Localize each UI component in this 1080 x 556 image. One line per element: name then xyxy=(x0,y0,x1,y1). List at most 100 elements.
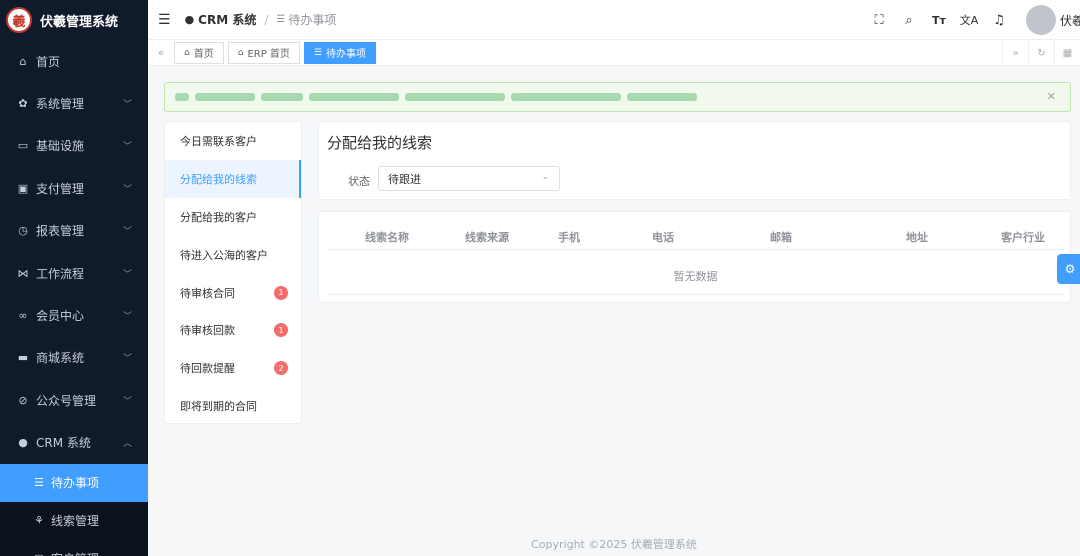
sidebar-item[interactable]: ∞ 会员中心 ﹀ xyxy=(0,294,148,336)
tabs-scroll-right-icon[interactable]: » xyxy=(1002,40,1028,66)
empty-text: 暂无数据 xyxy=(673,270,718,283)
sidebar-item[interactable]: ⋈ 工作流程 ﹀ xyxy=(0,252,148,294)
refresh-icon[interactable]: ↻ xyxy=(1028,40,1054,66)
todo-item[interactable]: 分配给我的客户 xyxy=(165,198,301,236)
alert-blur xyxy=(195,93,255,101)
chevron-down-icon: ﹀ xyxy=(122,396,132,407)
breadcrumb-separator: / xyxy=(264,12,269,27)
tabs-actions: » ↻ ▦ xyxy=(1002,40,1080,66)
sidebar-subitem[interactable]: ▢ 客户管理 xyxy=(0,539,148,556)
todo-list: 今日需联系客户 分配给我的线索 分配给我的客户 待进入公海的客户 待审核合同 1 待审核回款… xyxy=(164,121,302,424)
sidebar-item[interactable]: ✿ 系统管理 ﹀ xyxy=(0,82,148,124)
breadcrumb-current: 待办事项 xyxy=(288,13,337,27)
list-icon: ☰ xyxy=(34,476,44,490)
sidebar-item[interactable]: ▣ 支付管理 ﹀ xyxy=(0,167,148,209)
sprout-icon: ⚘ xyxy=(34,514,44,528)
sidebar-item-label: 工作流程 xyxy=(36,266,85,281)
clock-icon: ◷ xyxy=(18,224,28,238)
tab-label: 待办事项 xyxy=(326,49,366,60)
todo-item[interactable]: 待进入公海的客户 xyxy=(165,236,301,274)
divider xyxy=(327,294,1064,295)
breadcrumb-root[interactable]: CRM 系统 xyxy=(198,11,256,28)
list-icon: ☰ xyxy=(276,14,286,25)
todo-item[interactable]: 待回款提醒 2 xyxy=(165,349,301,387)
sidebar-item-label: 会员中心 xyxy=(36,309,85,324)
compass-icon: ⊘ xyxy=(18,393,28,407)
todo-item-label: 分配给我的客户 xyxy=(180,210,257,224)
sidebar: 羲 伏羲管理系统 ⌂ 首页 ✿ 系统管理 ﹀ ▭ 基础设施 ﹀ ▣ 支付管理 ﹀ ◷ 报表管理 ﹀ ⋈ 工作流… xyxy=(0,0,148,556)
gear-icon: ✿ xyxy=(18,97,28,111)
chevron-down-icon: ﹀ xyxy=(122,184,132,195)
sidebar-menu: ⌂ 首页 ✿ 系统管理 ﹀ ▭ 基础设施 ﹀ ▣ 支付管理 ﹀ ◷ 报表管理 ﹀ ⋈ 工作流程 ﹀ ∞ 会员中心 ﹀ ▬… xyxy=(0,40,148,556)
tabs-scroll-left-icon[interactable]: « xyxy=(148,46,174,59)
page-title: 分配给我的线索 xyxy=(327,134,433,152)
user-icon: ● xyxy=(184,13,195,26)
sidebar-subitem-label: 客户管理 xyxy=(51,550,99,556)
chevron-up-icon: ︿ xyxy=(122,439,132,450)
sidebar-item-label: 商城系统 xyxy=(36,351,85,366)
wallet-icon: ▣ xyxy=(17,181,29,195)
status-select-value: 待跟进 xyxy=(388,172,421,186)
search-icon[interactable]: ⌕ xyxy=(895,13,923,28)
alert-blur xyxy=(405,93,505,101)
sidebar-item[interactable]: ⊘ 公众号管理 ﹀ xyxy=(0,379,148,421)
todo-item[interactable]: 分配给我的线索 xyxy=(165,159,301,198)
tab[interactable]: ⌂ ERP 首页 xyxy=(227,41,300,64)
chevron-down-icon: ﹀ xyxy=(122,227,132,238)
todo-item[interactable]: 即将到期的合同 xyxy=(165,387,301,425)
app-title: 伏羲管理系统 xyxy=(40,14,119,30)
tab-label: 首页 xyxy=(193,49,214,60)
home-icon: ⌂ xyxy=(184,47,190,58)
sidebar-item-label: 系统管理 xyxy=(36,97,85,112)
top-header: ☰ ● CRM 系统 / ☰ 待办事项 ⛶ ⌕ Tт 文A ♫ 伏羲 xyxy=(148,0,1080,40)
sidebar-item[interactable]: ⌂ 首页 xyxy=(0,40,148,82)
sidebar-item-label: 报表管理 xyxy=(36,224,85,239)
settings-gear-icon[interactable]: ⚙ xyxy=(1057,254,1080,284)
todo-item-label: 即将到期的合同 xyxy=(180,400,257,414)
avatar[interactable] xyxy=(1026,5,1056,35)
user-icon: ● xyxy=(18,436,28,450)
sidebar-item[interactable]: ◷ 报表管理 ﹀ xyxy=(0,210,148,252)
user-name[interactable]: 伏羲 xyxy=(1060,12,1080,29)
bell-icon[interactable]: ♫ xyxy=(985,13,1013,28)
leads-table: 线索名称 线索来源 手机 电话 邮箱 地址 客户行业 暂无数据 xyxy=(318,211,1071,303)
column-header: 邮箱 xyxy=(770,231,792,244)
grid-icon[interactable]: ▦ xyxy=(1054,40,1080,66)
tab[interactable]: ☰ 待办事项 xyxy=(303,41,376,64)
tab-list: ⌂ 首页 ⌂ ERP 首页 ☰ 待办事项 xyxy=(174,41,380,64)
column-header: 电话 xyxy=(652,231,674,244)
status-select[interactable]: 待跟进 ⌄ xyxy=(378,166,560,191)
shop-icon: ▬ xyxy=(17,351,29,365)
sidebar-item-label: CRM 系统 xyxy=(36,436,91,451)
close-icon[interactable]: ✕ xyxy=(1047,90,1056,103)
copyright: Copyright ©2025 伏羲管理系统 xyxy=(531,538,697,551)
menu-toggle-icon[interactable]: ☰ xyxy=(158,12,171,28)
todo-item-label: 待回款提醒 xyxy=(180,362,235,376)
home-icon: ⌂ xyxy=(237,47,244,58)
todo-item[interactable]: 待审核合同 1 xyxy=(165,274,301,312)
alert-blur xyxy=(309,93,399,101)
sidebar-subitem[interactable]: ☰ 待办事项 xyxy=(0,463,148,502)
column-header: 线索名称 xyxy=(365,231,409,244)
font-size-icon[interactable]: Tт xyxy=(925,14,953,27)
logo[interactable]: 羲 伏羲管理系统 xyxy=(0,0,148,40)
header-actions: ⛶ ⌕ Tт 文A ♫ 伏羲 xyxy=(864,0,1080,40)
list-icon: ☰ xyxy=(313,47,322,58)
todo-item[interactable]: 今日需联系客户 xyxy=(165,122,301,160)
chevron-down-icon: ﹀ xyxy=(122,142,132,153)
todo-item[interactable]: 待审核回款 1 xyxy=(165,311,301,349)
fullscreen-icon[interactable]: ⛶ xyxy=(865,13,893,28)
column-header: 地址 xyxy=(906,231,928,244)
sidebar-item[interactable]: ▭ 基础设施 ﹀ xyxy=(0,125,148,167)
translate-icon[interactable]: 文A xyxy=(955,12,983,28)
bicycle-icon: ∞ xyxy=(18,309,28,323)
sidebar-subitem[interactable]: ⚘ 线索管理 xyxy=(0,501,148,540)
tab[interactable]: ⌂ 首页 xyxy=(174,41,224,64)
monitor-icon: ▭ xyxy=(17,139,29,153)
todo-item-label: 分配给我的线索 xyxy=(180,172,257,186)
sidebar-item[interactable]: ● CRM 系统 ︿ xyxy=(0,422,148,464)
sidebar-item[interactable]: ▬ 商城系统 ﹀ xyxy=(0,337,148,379)
column-header: 线索来源 xyxy=(465,231,509,244)
chevron-down-icon: ﹀ xyxy=(122,312,132,323)
todo-item-label: 待审核回款 xyxy=(180,324,235,338)
